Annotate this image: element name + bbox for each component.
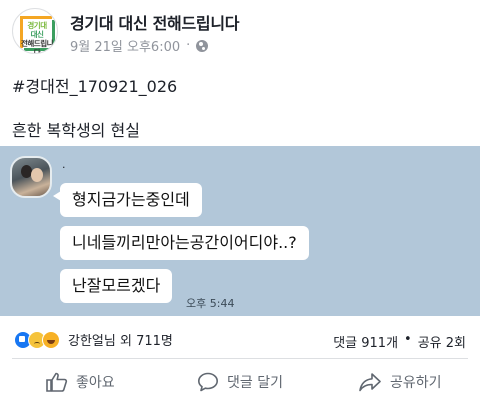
- comment-label: 댓글 달기: [227, 375, 283, 391]
- post-meta: 9월 21일 오후6:00 ·: [70, 36, 209, 55]
- logo-line-2: 대신: [30, 30, 44, 39]
- comment-count[interactable]: 댓글 911개: [333, 332, 398, 351]
- post-hashtag[interactable]: #경대전_170921_026: [12, 73, 177, 97]
- reaction-summary[interactable]: 강한얼님 외 711명: [14, 330, 173, 349]
- share-label: 공유하기: [390, 375, 442, 391]
- share-button[interactable]: 공유하기: [358, 372, 442, 392]
- chat-bubble-3: 난잘모르겠다: [60, 269, 173, 303]
- chat-profile-photo: [10, 156, 52, 198]
- engagement-separator: •: [404, 332, 412, 347]
- chat-bubble-2: 니네들끼리만아는공간이어디야..?: [60, 226, 309, 260]
- chat-timestamp: 오후 5:44: [186, 297, 235, 310]
- like-label: 좋아요: [76, 375, 115, 391]
- comment-button[interactable]: 댓글 달기: [197, 372, 283, 392]
- globe-icon[interactable]: [196, 39, 209, 52]
- divider: [12, 358, 468, 359]
- laugh-icon: [42, 330, 60, 349]
- like-button[interactable]: 좋아요: [46, 372, 115, 392]
- share-count[interactable]: 공유 2회: [418, 332, 466, 351]
- chat-sender-name: .: [62, 158, 66, 171]
- logo-line-3: 전해드립니다: [21, 39, 54, 54]
- post-date[interactable]: 9월 21일 오후6:00: [70, 36, 180, 55]
- engagement-counts: 댓글 911개 • 공유 2회: [333, 332, 466, 351]
- comment-icon: [198, 372, 218, 392]
- meta-separator: ·: [186, 38, 191, 53]
- page-avatar[interactable]: 경기대 대신 전해드립니다: [12, 8, 58, 54]
- chat-screenshot[interactable]: . 형지금가는중인데 니네들끼리만아는공간이어디야..? 난잘모르겠다 오후 5…: [0, 146, 480, 316]
- post-body: 흔한 복학생의 현실: [12, 121, 140, 140]
- thumbs-up-icon: [46, 372, 68, 392]
- logo-text: 경기대 대신 전해드립니다: [20, 21, 54, 54]
- share-arrow-icon: [359, 373, 381, 392]
- logo-line-1: 경기대: [27, 21, 47, 30]
- chat-bubble-1: 형지금가는중인데: [53, 183, 202, 217]
- reaction-count[interactable]: 강한얼님 외 711명: [68, 330, 173, 349]
- page-name[interactable]: 경기대 대신 전해드립니다: [70, 10, 239, 34]
